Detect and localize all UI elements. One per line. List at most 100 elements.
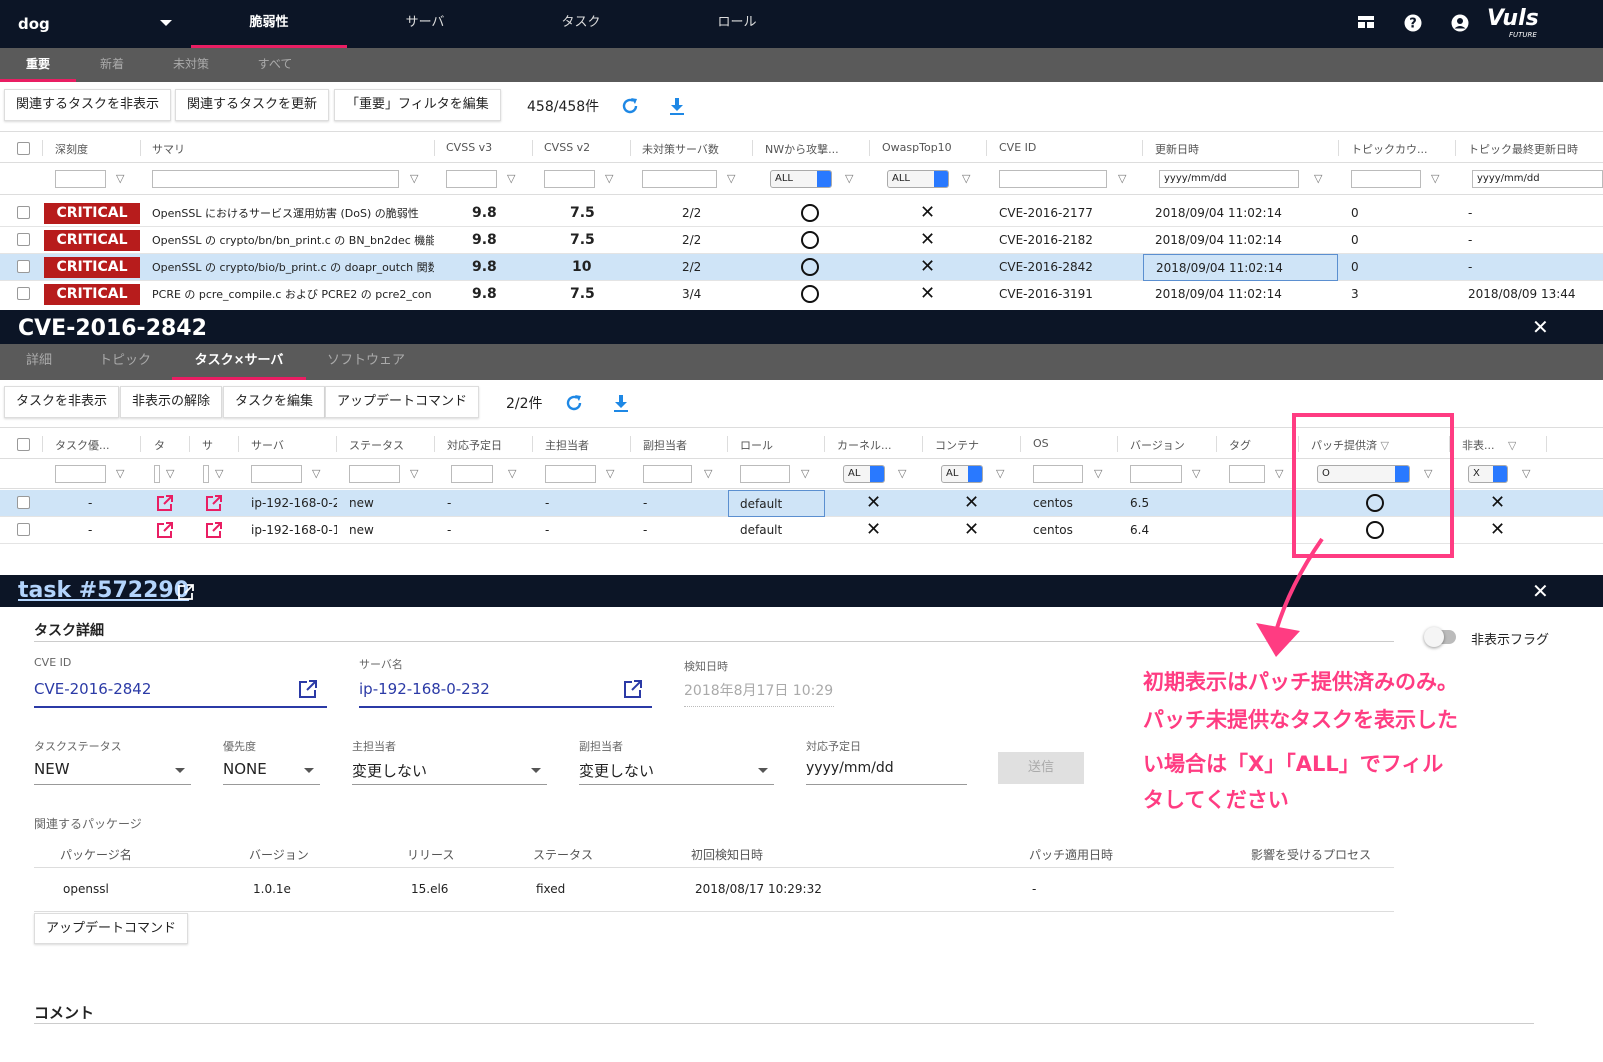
filter-funnel-icon[interactable]: ▽	[1118, 172, 1126, 185]
filter-role[interactable]	[740, 465, 790, 483]
col-tag[interactable]: タグ	[1229, 437, 1251, 453]
col-cvss-v3[interactable]: CVSS v3	[446, 141, 492, 154]
col-topic-last-updated[interactable]: トピック最終更新日時	[1468, 141, 1603, 157]
filter-funnel-icon[interactable]: ▽	[116, 172, 124, 185]
filter-funnel-icon[interactable]: ▽	[1431, 172, 1439, 185]
filter-funnel-icon[interactable]: ▽	[1192, 467, 1200, 480]
filter-funnel-icon[interactable]: ▽	[1094, 467, 1102, 480]
filter-topic-date[interactable]: yyyy/mm/dd	[1472, 170, 1603, 188]
task-open-icon[interactable]	[156, 494, 174, 515]
filter-funnel-icon[interactable]: ▽	[116, 467, 124, 480]
account-icon[interactable]	[1450, 14, 1470, 34]
package-update-command-button[interactable]: アップデートコマンド	[34, 913, 189, 944]
tab-task-server[interactable]: タスク×サーバ	[172, 344, 306, 380]
table-row[interactable]: CRITICAL OpenSSL におけるサービス運用妨害 (DoS) の脆弱性…	[0, 200, 1603, 227]
subtab-new[interactable]: 新着	[76, 48, 148, 82]
environment-dropdown-icon[interactable]	[160, 20, 172, 26]
filter-funnel-icon[interactable]: ▽	[996, 467, 1004, 480]
cve-id-cell[interactable]: CVE-2016-2182	[999, 227, 1093, 254]
task-open-icon[interactable]	[156, 521, 174, 542]
filter-topic-count[interactable]	[1351, 170, 1421, 188]
filter-funnel-icon[interactable]: ▽	[704, 467, 712, 480]
row-checkbox[interactable]	[17, 260, 30, 273]
chevron-down-icon[interactable]	[531, 768, 541, 773]
filter-funnel-icon[interactable]: ▽	[1314, 172, 1322, 185]
col-owasp[interactable]: OwaspTop10	[882, 141, 952, 154]
hidden-flag-toggle[interactable]	[1424, 627, 1456, 647]
col-server[interactable]: サーバ	[251, 437, 284, 453]
filter-owasp-select[interactable]: ALL	[887, 170, 949, 188]
refresh-icon[interactable]	[620, 96, 640, 119]
chevron-down-icon[interactable]	[175, 768, 185, 773]
filter-funnel-icon[interactable]: ▽	[507, 172, 515, 185]
filter-server-link[interactable]	[203, 465, 209, 483]
col-updated[interactable]: 更新日時	[1155, 141, 1199, 157]
filter-cve-id[interactable]	[999, 170, 1107, 188]
edit-task-button[interactable]: タスクを編集	[223, 386, 326, 418]
col-summary[interactable]: サマリ	[152, 141, 185, 157]
nav-tab-task[interactable]: タスク	[503, 0, 659, 48]
cve-id-cell[interactable]: CVE-2016-2842	[999, 254, 1093, 281]
server-open-icon[interactable]	[205, 521, 223, 542]
close-icon[interactable]: ✕	[1532, 315, 1549, 339]
download-icon[interactable]	[667, 96, 687, 119]
subtab-all[interactable]: すべて	[234, 48, 316, 82]
select-all-checkbox[interactable]	[17, 438, 30, 451]
server-open-icon[interactable]	[205, 494, 223, 515]
update-related-tasks-button[interactable]: 関連するタスクを更新	[175, 89, 330, 121]
filter-funnel-icon[interactable]: ▽	[727, 172, 735, 185]
nav-tab-vulnerability[interactable]: 脆弱性	[191, 0, 347, 48]
task-title-link[interactable]: task #572290	[18, 578, 189, 603]
col-due-date[interactable]: 対応予定日	[447, 437, 502, 453]
filter-summary[interactable]	[152, 170, 399, 188]
nav-tab-server[interactable]: サーバ	[347, 0, 503, 48]
row-checkbox[interactable]	[17, 496, 30, 509]
filter-cvss-v2[interactable]	[544, 170, 595, 188]
filter-funnel-icon[interactable]: ▽	[410, 467, 418, 480]
tab-software[interactable]: ソフトウェア	[306, 344, 426, 380]
col-topic-count[interactable]: トピックカウ...	[1351, 141, 1446, 157]
col-network-attack[interactable]: NWから攻撃...	[765, 141, 860, 157]
update-command-button[interactable]: アップデートコマンド	[325, 386, 480, 418]
filter-task-link[interactable]	[154, 465, 160, 483]
close-icon[interactable]: ✕	[1532, 579, 1549, 603]
filter-funnel-icon[interactable]: ▽	[312, 467, 320, 480]
col-hidden[interactable]: 非表... ▽	[1462, 437, 1516, 453]
table-row[interactable]: CRITICAL PCRE の pcre_compile.c および PCRE2…	[0, 281, 1603, 308]
table-view-icon[interactable]	[1356, 14, 1376, 34]
priority-select[interactable]: NONE	[223, 760, 267, 778]
hide-related-tasks-button[interactable]: 関連するタスクを非表示	[4, 89, 172, 121]
filter-due[interactable]	[451, 465, 493, 483]
nav-tab-role[interactable]: ロール	[659, 0, 815, 48]
filter-cvss-v3[interactable]	[446, 170, 497, 188]
tab-detail[interactable]: 詳細	[0, 344, 78, 380]
cve-id-field[interactable]: CVE-2016-2842	[34, 680, 151, 698]
filter-funnel-icon[interactable]: ▽	[508, 467, 516, 480]
col-cvss-v2[interactable]: CVSS v2	[544, 141, 590, 154]
col-status[interactable]: ステータス	[349, 437, 404, 453]
filter-sub[interactable]	[643, 465, 692, 483]
filter-version[interactable]	[1130, 465, 1182, 483]
filter-funnel-icon[interactable]: ▽	[1275, 467, 1283, 480]
row-checkbox[interactable]	[17, 287, 30, 300]
row-checkbox[interactable]	[17, 233, 30, 246]
select-all-checkbox[interactable]	[17, 142, 30, 155]
download-icon[interactable]	[611, 393, 631, 416]
cve-id-cell[interactable]: CVE-2016-2177	[999, 200, 1093, 227]
col-task-priority[interactable]: タスク優...	[55, 437, 110, 453]
hide-task-button[interactable]: タスクを非表示	[4, 386, 120, 418]
col-role[interactable]: ロール	[740, 437, 773, 453]
subtab-unresolved[interactable]: 未対策	[148, 48, 234, 82]
cve-id-cell[interactable]: CVE-2016-3191	[999, 281, 1093, 308]
due-date-input[interactable]: yyyy/mm/dd	[806, 760, 894, 776]
col-main-assignee[interactable]: 主担当者	[545, 437, 589, 453]
filter-unresolved-servers[interactable]	[642, 170, 717, 188]
server-name-field[interactable]: ip-192-168-0-232	[359, 680, 490, 698]
col-kernel[interactable]: カーネル...	[837, 437, 892, 453]
col-sub-assignee[interactable]: 副担当者	[643, 437, 687, 453]
external-link-icon[interactable]	[623, 679, 643, 702]
filter-tag[interactable]	[1229, 465, 1265, 483]
filter-updated-date[interactable]: yyyy/mm/dd	[1159, 170, 1299, 188]
send-button[interactable]: 送信	[998, 752, 1084, 784]
col-os[interactable]: OS	[1033, 437, 1049, 450]
